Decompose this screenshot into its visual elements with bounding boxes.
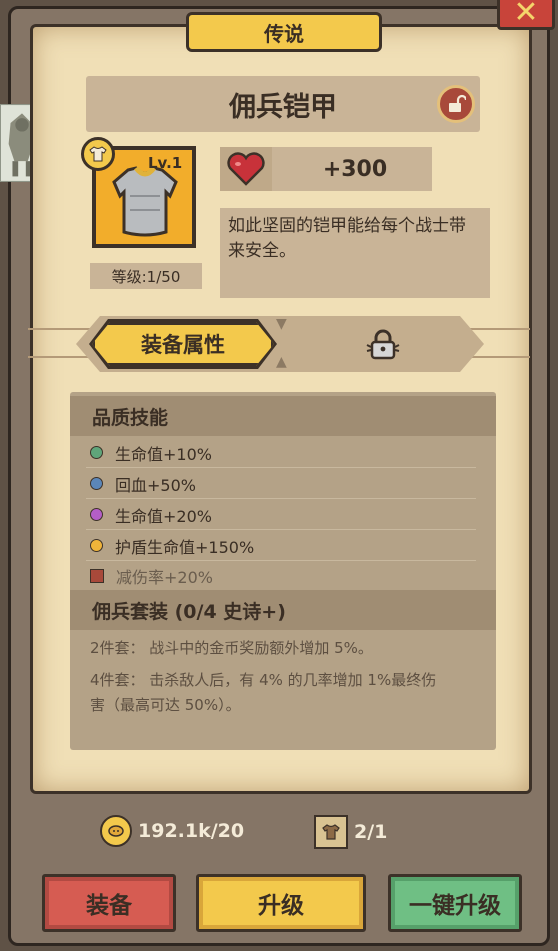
tab-equipment-attributes[interactable]: 装备属性 <box>92 322 274 366</box>
rarity-banner: 传说 <box>186 12 382 52</box>
equip-button[interactable]: 装备 <box>42 874 176 932</box>
skill-label: 减伤率+20% <box>116 568 213 587</box>
quality-dot <box>90 539 103 552</box>
skill-row-locked: 减伤率+20% <box>86 561 476 591</box>
close-x-icon: ✕ <box>513 0 539 30</box>
lock-icon <box>90 569 104 583</box>
skill-row: 生命值+20% <box>86 500 476 530</box>
quality-dot <box>90 446 103 459</box>
skill-label: 生命值+10% <box>115 444 212 464</box>
skill-row: 回血+50% <box>86 469 476 499</box>
skill-label: 回血+50% <box>115 475 196 495</box>
set-bonus-line: 害（最高可达 50%）。 <box>90 696 241 714</box>
skill-row: 生命值+10% <box>86 438 476 468</box>
gold-counter: 192.1k/20 <box>100 815 244 847</box>
close-button[interactable]: ✕ <box>497 0 555 30</box>
quality-skills-title: 品质技能 <box>70 396 496 436</box>
chest-armor-icon <box>112 166 178 237</box>
coin-icon <box>100 815 132 847</box>
upgrade-button[interactable]: 升级 <box>196 874 366 932</box>
item-name: 佣兵铠甲 <box>86 76 480 132</box>
heart-icon <box>220 147 272 191</box>
quality-dot <box>90 508 103 521</box>
armor-scroll-icon <box>314 815 348 849</box>
tab-locked[interactable] <box>361 328 405 362</box>
chevron-down-icon: ▼ <box>276 316 287 332</box>
shirt-icon <box>81 137 115 171</box>
skill-row: 护盾生命值+150% <box>86 531 476 561</box>
skill-label: 护盾生命值+150% <box>115 537 255 557</box>
scroll-amount: 2/1 <box>354 821 388 843</box>
unlocked-padlock-icon[interactable] <box>437 85 475 123</box>
scroll-counter: 2/1 <box>314 815 387 849</box>
item-description: 如此坚固的铠甲能给每个战士带来安全。 <box>220 208 490 298</box>
set-bonus-line: 4件套： 击杀敌人后，有 4% 的几率增加 1%最终伤 <box>90 671 437 689</box>
quality-dot <box>90 477 103 490</box>
one-click-upgrade-button[interactable]: 一键升级 <box>388 874 522 932</box>
set-bonus-line: 2件套： 战斗中的金币奖励额外增加 5%。 <box>90 639 373 657</box>
set-bonus-title: 佣兵套装 (0/4 史诗+) <box>70 590 496 630</box>
gold-amount: 192.1k/20 <box>138 820 245 842</box>
chevron-up-icon: ▲ <box>276 354 287 370</box>
item-level-text: 等级:1/50 <box>90 263 202 289</box>
skill-label: 生命值+20% <box>115 506 212 526</box>
item-level-badge: Lv.1 <box>148 154 183 172</box>
stat-value: +300 <box>322 156 388 182</box>
padlock-icon <box>366 329 400 360</box>
